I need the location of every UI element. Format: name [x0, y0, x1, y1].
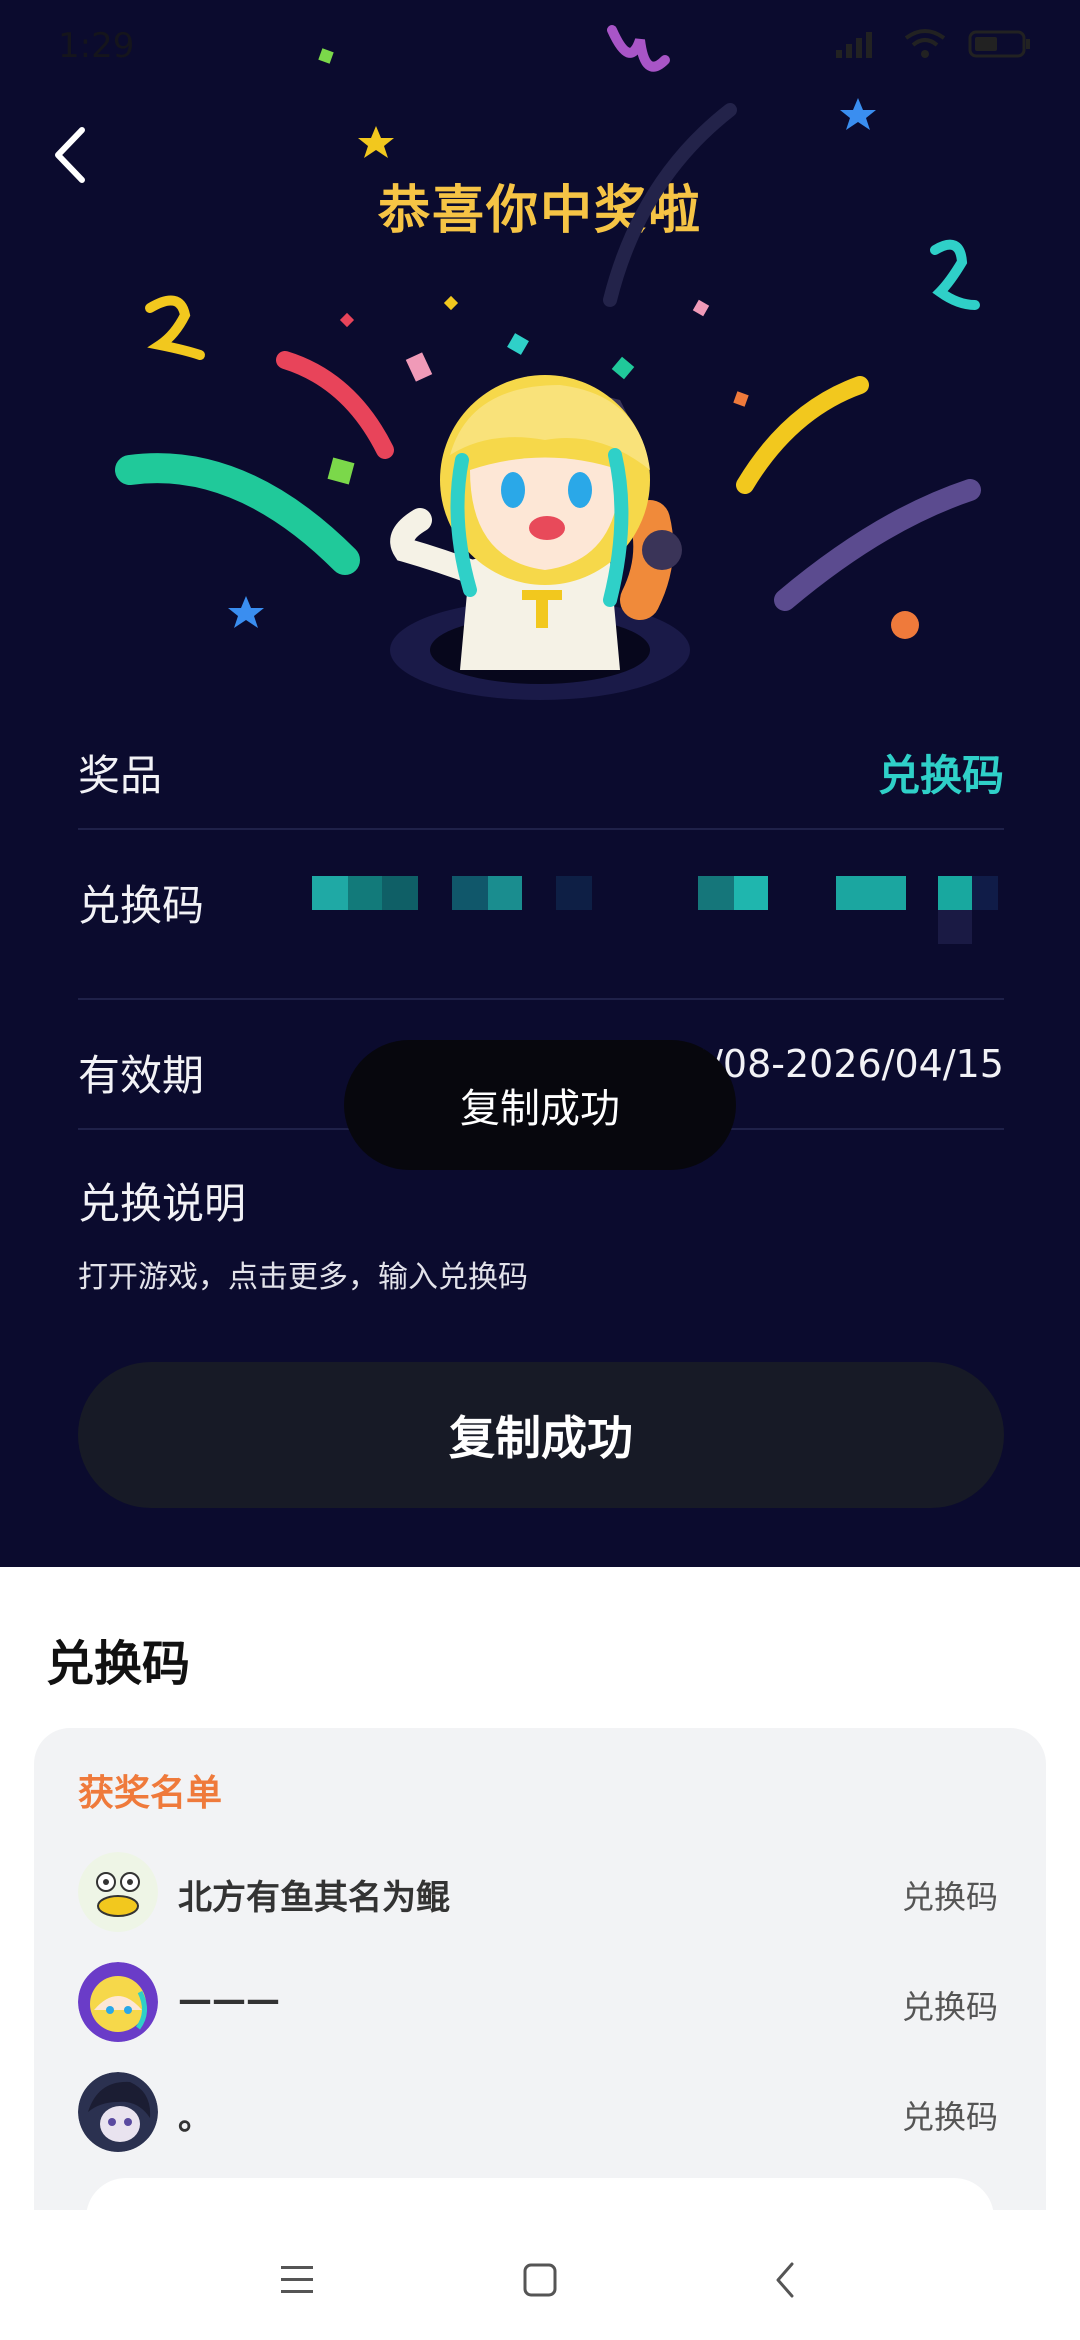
prize-result-panel: 1:29 恭喜你中奖啦 奖品 兑换码 兑换码 有效期 2026/04/08-20… — [0, 0, 1080, 1567]
prize-value: 兑换码 — [877, 751, 1004, 800]
winner-row[interactable]: 北方有鱼其名为鲲 兑换码 — [78, 1852, 1038, 1932]
back-icon[interactable] — [756, 2250, 816, 2310]
winner-row[interactable]: 。 兑换码 — [78, 2072, 1038, 2152]
prize-label: 奖品 — [78, 751, 163, 800]
winners-title: 获奖名单 — [78, 1773, 223, 1814]
home-icon[interactable] — [510, 2250, 570, 2310]
redeem-code-obscured[interactable] — [278, 838, 1008, 948]
divider — [78, 998, 1004, 1000]
avatar — [78, 1852, 158, 1932]
winner-name: ——— — [178, 1980, 280, 2020]
winner-prize: 兑换码 — [901, 1988, 998, 2026]
avatar — [78, 2072, 158, 2152]
copy-code-button[interactable]: 复制成功 — [78, 1362, 1004, 1508]
system-nav-bar — [0, 2210, 1080, 2340]
winners-card: 获奖名单 北方有鱼其名为鲲 兑换码 ——— 兑换码 。 兑换码 — [34, 1728, 1046, 2248]
validity-label: 有效期 — [78, 1051, 205, 1100]
code-label: 兑换码 — [78, 881, 205, 930]
celebration-illustration — [115, 25, 981, 700]
toast-message: 复制成功 — [344, 1040, 736, 1170]
winner-prize: 兑换码 — [901, 2098, 998, 2136]
winner-row[interactable]: ——— 兑换码 — [78, 1962, 1038, 2042]
winner-prize: 兑换码 — [901, 1878, 998, 1916]
winner-name: 。 — [178, 2098, 212, 2138]
menu-icon[interactable] — [267, 2250, 327, 2310]
instructions-title: 兑换说明 — [78, 1179, 247, 1228]
divider — [78, 828, 1004, 830]
sheet-title: 兑换码 — [46, 1636, 191, 1692]
instructions-text: 打开游戏，点击更多，输入兑换码 — [78, 1260, 528, 1295]
avatar — [78, 1962, 158, 2042]
winner-name: 北方有鱼其名为鲲 — [178, 1878, 450, 1918]
